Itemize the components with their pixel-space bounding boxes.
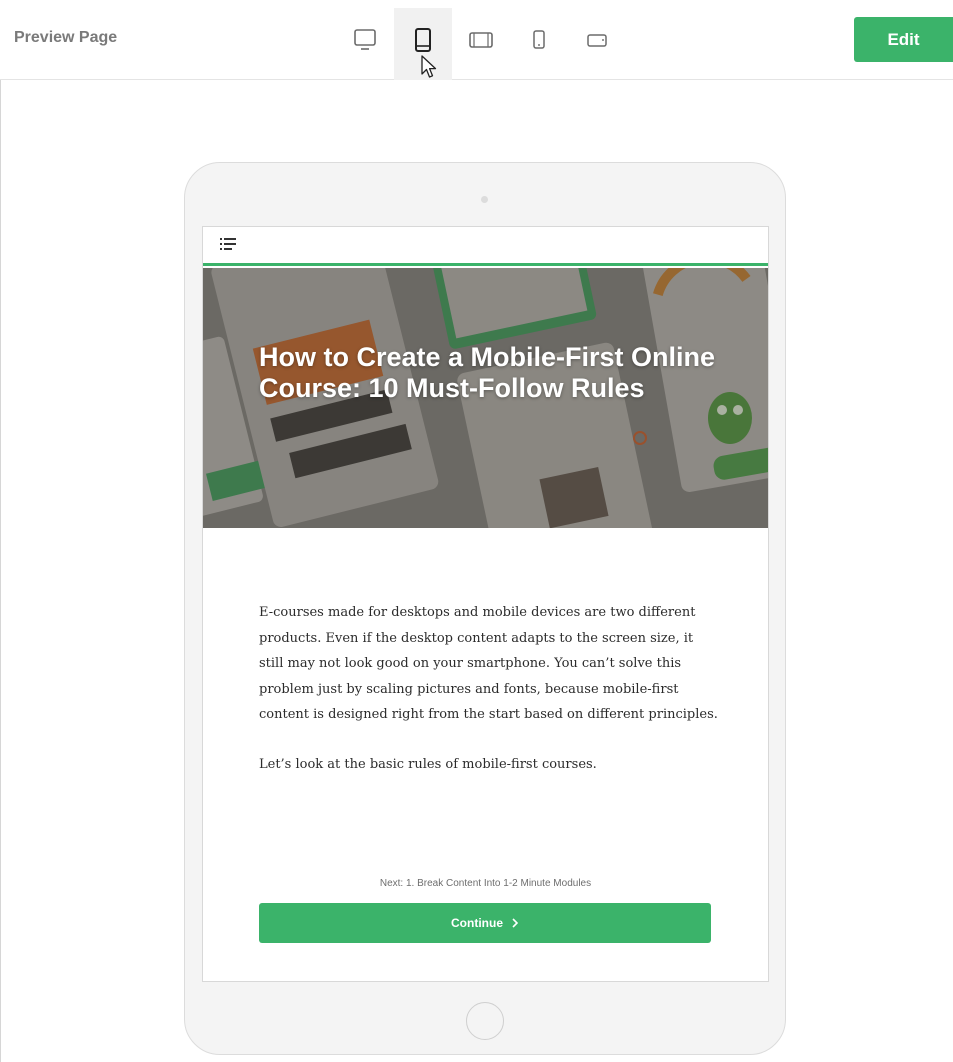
window-edge xyxy=(0,0,1,1062)
continue-label: Continue xyxy=(451,916,503,930)
page-title: Preview Page xyxy=(14,29,118,46)
home-button xyxy=(466,1002,504,1040)
content-paragraph: Let’s look at the basic rules of mobile-… xyxy=(259,756,597,772)
course-title: How to Create a Mobile-First Online Cour… xyxy=(259,342,716,403)
device-phone-landscape-button[interactable] xyxy=(568,8,626,80)
phone-portrait-icon xyxy=(533,30,545,49)
mouse-cursor-icon xyxy=(421,55,437,78)
device-tablet-landscape-button[interactable] xyxy=(452,8,510,80)
tablet-camera xyxy=(481,196,488,203)
tablet-landscape-icon xyxy=(469,32,493,48)
device-switcher xyxy=(336,8,626,80)
list-menu-icon[interactable] xyxy=(220,237,236,251)
next-lesson-label: Next: 1. Break Content Into 1-2 Minute M… xyxy=(379,878,592,889)
monitor-icon xyxy=(354,29,376,50)
content-paragraph: E-courses made for desktops and mobile d… xyxy=(259,605,718,722)
edit-button[interactable]: Edit xyxy=(854,17,953,62)
chevron-right-icon xyxy=(512,918,519,928)
tablet-frame: How to Create a Mobile-First Online Cour… xyxy=(184,162,786,1055)
preview-toolbar: Preview Page Edit xyxy=(0,0,953,80)
tablet-portrait-icon xyxy=(415,28,431,52)
phone-landscape-icon xyxy=(587,34,607,47)
hero-banner: How to Create a Mobile-First Online Cour… xyxy=(203,268,768,528)
continue-button[interactable]: Continue xyxy=(259,903,711,943)
tablet-screen: How to Create a Mobile-First Online Cour… xyxy=(202,226,769,982)
device-phone-portrait-button[interactable] xyxy=(510,8,568,80)
course-content: E-courses made for desktops and mobile d… xyxy=(259,600,719,801)
device-desktop-button[interactable] xyxy=(336,8,394,80)
course-header-bar xyxy=(203,227,768,266)
